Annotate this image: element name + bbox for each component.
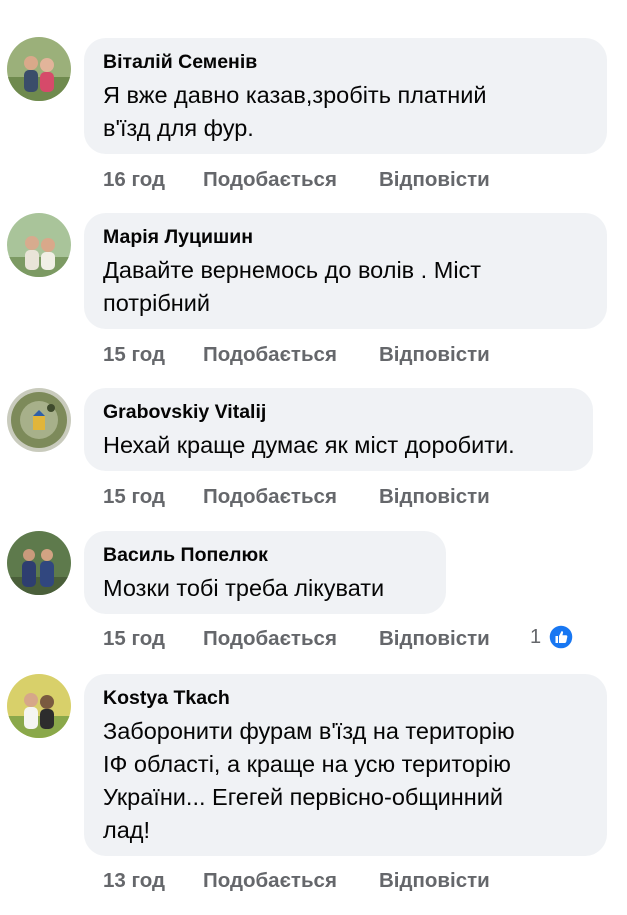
avatar[interactable] — [7, 388, 71, 452]
avatar[interactable] — [7, 213, 71, 277]
avatar[interactable] — [7, 674, 71, 738]
reply-link[interactable]: Відповісти — [379, 341, 490, 369]
like-link[interactable]: Подобається — [203, 341, 337, 369]
like-link[interactable]: Подобається — [203, 166, 337, 194]
avatar[interactable] — [7, 531, 71, 595]
comment-timestamp[interactable]: 15 год — [103, 625, 165, 653]
comment-text: Мозки тобі треба лікувати — [103, 575, 385, 601]
comment-text: Нехай краще думає як міст доробити. — [103, 432, 515, 458]
comment-bubble: Grabovskiy Vitalij Нехай краще думає як … — [84, 388, 593, 471]
comment-author[interactable]: Василь Попелюк — [103, 543, 426, 567]
comment-text: Давайте вернемось до волів . Міст потріб… — [103, 257, 482, 316]
thumbs-up-icon — [548, 624, 574, 650]
comment-timestamp[interactable]: 15 год — [103, 483, 165, 511]
comment-bubble: Марія Луцишин Давайте вернемось до волів… — [84, 213, 607, 329]
comment-author[interactable]: Kostya Tkach — [103, 686, 587, 710]
comment-bubble: Василь Попелюк Мозки тобі треба лікувати — [84, 531, 446, 614]
reaction-count: 1 — [530, 626, 542, 648]
like-link[interactable]: Подобається — [203, 867, 337, 895]
comment-timestamp[interactable]: 13 год — [103, 867, 165, 895]
comment-author[interactable]: Grabovskiy Vitalij — [103, 400, 573, 424]
comment-bubble: Віталій Семенів Я вже давно казав,зробіт… — [84, 38, 607, 154]
like-link[interactable]: Подобається — [203, 483, 337, 511]
comment-timestamp[interactable]: 16 год — [103, 166, 165, 194]
comment-text: Заборонити фурам в'їзд на територію ІФ о… — [103, 718, 515, 843]
comment-text: Я вже давно казав,зробіть платний в'їзд … — [103, 82, 487, 141]
comment-author[interactable]: Марія Луцишин — [103, 225, 587, 249]
reply-link[interactable]: Відповісти — [379, 166, 490, 194]
comment-bubble: Kostya Tkach Заборонити фурам в'їзд на т… — [84, 674, 607, 856]
reply-link[interactable]: Відповісти — [379, 867, 490, 895]
like-link[interactable]: Подобається — [203, 625, 337, 653]
avatar[interactable] — [7, 37, 71, 101]
reply-link[interactable]: Відповісти — [379, 483, 490, 511]
comment-author[interactable]: Віталій Семенів — [103, 50, 587, 74]
reply-link[interactable]: Відповісти — [379, 625, 490, 653]
comment-timestamp[interactable]: 15 год — [103, 341, 165, 369]
